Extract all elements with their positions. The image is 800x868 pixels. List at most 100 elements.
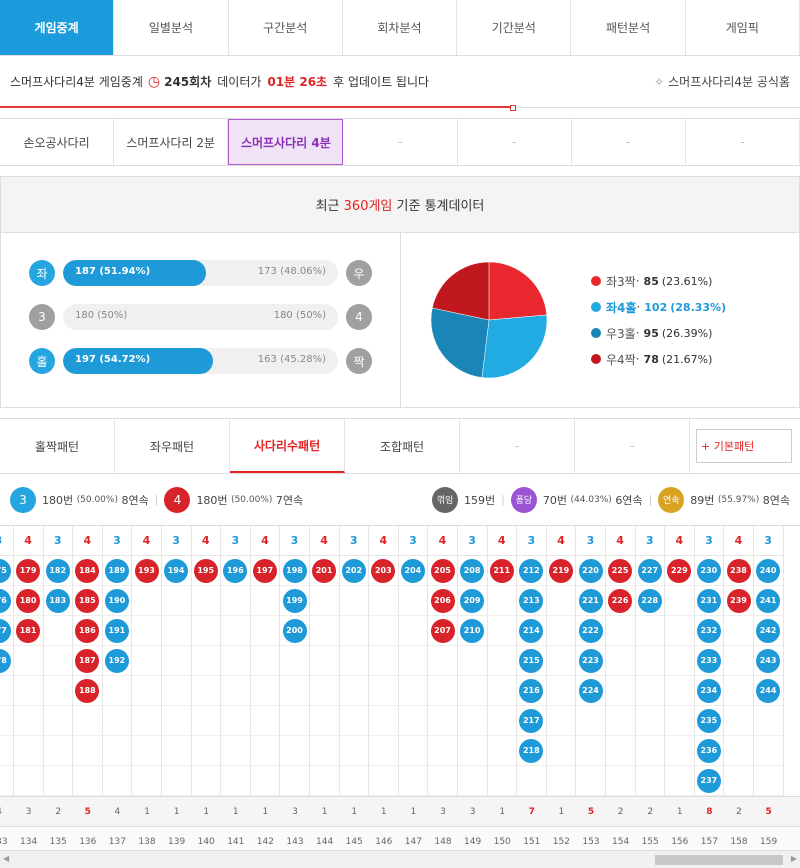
yeon-streak: 8연속 — [762, 493, 790, 507]
grid-cell — [576, 736, 605, 766]
grid-cell — [428, 646, 457, 676]
notice-suffix: 후 업데이트 됩니다 — [333, 75, 430, 89]
scrollbar-thumb[interactable] — [655, 855, 783, 865]
result-ball: 215 — [519, 648, 544, 673]
grid-cell — [753, 736, 783, 766]
grid-cell: 225 — [605, 556, 635, 586]
tab-3[interactable]: 구간분석 — [229, 0, 343, 55]
grid-cell: 233 — [694, 646, 724, 676]
pattern-tab-1[interactable]: 홀짝패턴 — [0, 419, 115, 473]
grid-cell — [250, 646, 280, 676]
tab-7[interactable]: 게임픽 — [686, 0, 800, 55]
grid-cell — [102, 706, 132, 736]
grid-cell — [635, 766, 665, 796]
grid-cell — [546, 706, 576, 736]
grid-cell — [309, 676, 339, 706]
streak-count: 1 — [351, 807, 358, 817]
ratio-row: 좌 187 (51.94%) 173 (48.06%) 우 — [29, 259, 372, 287]
pattern-tab-4[interactable]: 조합패턴 — [345, 419, 460, 473]
column-head: 3 — [398, 526, 428, 556]
grid-cell — [516, 766, 546, 796]
result-ball: 189 — [104, 558, 129, 583]
tab-4[interactable]: 회차분석 — [343, 0, 458, 55]
streak-count: 4 — [114, 807, 121, 817]
grid-cell — [546, 736, 576, 766]
grid-cell — [250, 736, 280, 766]
stats-head-count: 360게임 — [343, 199, 393, 214]
column-head: 4 — [191, 526, 221, 556]
ladder-pattern-grid: 3175176177178417918018131821834184185186… — [0, 526, 800, 856]
streak-count: 1 — [144, 807, 150, 817]
grid-cell — [428, 706, 457, 736]
streak-count: 1 — [410, 807, 417, 817]
result-ball: 225 — [608, 558, 633, 583]
result-ball: 177 — [0, 618, 11, 643]
grid-cell — [635, 706, 665, 736]
grid-cell — [220, 676, 250, 706]
result-ball: 175 — [0, 558, 11, 583]
column-head: 3 — [339, 526, 369, 556]
result-ball: 219 — [548, 558, 573, 583]
grid-cell — [428, 736, 457, 766]
grid-cell: 243 — [753, 646, 783, 676]
official-home-link[interactable]: ✧ 스머프사다리4분 공식홈 — [654, 73, 790, 90]
grid-cell — [13, 706, 43, 736]
result-ball: 233 — [696, 648, 721, 673]
grid-cell: 242 — [753, 616, 783, 646]
grid-cell — [664, 706, 694, 736]
pattern-tab-3[interactable]: 사다리수패턴 — [230, 419, 345, 473]
result-ball: 228 — [637, 588, 662, 613]
countdown-progress-bar — [0, 106, 513, 108]
grid-cell — [605, 706, 635, 736]
right-badge: 짝 — [346, 348, 372, 374]
column-head: 3 — [43, 526, 73, 556]
horizontal-scrollbar[interactable]: ◀ ▶ — [0, 850, 800, 868]
grid-cell — [191, 586, 221, 616]
left-value: 187 (51.94%) — [75, 266, 151, 277]
legend-sep: · — [635, 352, 640, 366]
game-tabs: 손오공사다리 스머프사다리 2분 스머프사다리 4분 - - - - — [0, 118, 800, 166]
game-tab-1[interactable]: 손오공사다리 — [0, 119, 115, 165]
grid-cell: 226 — [605, 586, 635, 616]
result-ball: 181 — [16, 618, 41, 643]
result-ball: 208 — [460, 558, 485, 583]
left-badge: 홀 — [29, 348, 55, 374]
streak-count: 2 — [617, 807, 624, 817]
scroll-right-icon[interactable]: ▶ — [791, 854, 797, 863]
game-tab-2[interactable]: 스머프사다리 2분 — [114, 119, 229, 165]
grid-cell — [250, 766, 280, 796]
tab-5[interactable]: 기간분석 — [457, 0, 572, 55]
result-ball: 190 — [104, 588, 129, 613]
grid-cell: 187 — [72, 646, 102, 676]
streak-count: 8 — [706, 807, 713, 817]
basic-pattern-button[interactable]: + 기본패턴 — [696, 429, 792, 463]
game-tab-3[interactable]: 스머프사다리 4분 — [228, 119, 344, 165]
streak-count: 1 — [676, 807, 683, 817]
streak-count: 5 — [587, 807, 595, 817]
grid-cell — [102, 736, 132, 766]
scroll-left-icon[interactable]: ◀ — [3, 854, 9, 863]
grid-cell — [0, 766, 13, 796]
grid-cell: 222 — [576, 616, 605, 646]
grid-cell: 240 — [753, 556, 783, 586]
grid-cell — [132, 766, 161, 796]
result-ball: 242 — [756, 618, 781, 643]
tab-1[interactable]: 게임중계 — [0, 0, 115, 55]
grid-cell: 208 — [457, 556, 487, 586]
streak-count: 2 — [647, 807, 654, 817]
grid-cell — [487, 706, 517, 736]
four-count: 180번 — [196, 493, 228, 507]
tab-2[interactable]: 일별분석 — [114, 0, 229, 55]
grid-cell: 195 — [191, 556, 221, 586]
grid-cell — [191, 616, 221, 646]
tab-6[interactable]: 패턴분석 — [571, 0, 686, 55]
grid-cell — [368, 706, 398, 736]
grid-cell: 191 — [102, 616, 132, 646]
legend-pct: (21.67%) — [661, 352, 713, 366]
column-head: 3 — [0, 526, 13, 556]
column-head: 4 — [132, 526, 161, 556]
pattern-tab-2[interactable]: 좌우패턴 — [115, 419, 230, 473]
grid-cell — [191, 676, 221, 706]
legend-dot — [591, 354, 601, 364]
grid-cell — [664, 646, 694, 676]
